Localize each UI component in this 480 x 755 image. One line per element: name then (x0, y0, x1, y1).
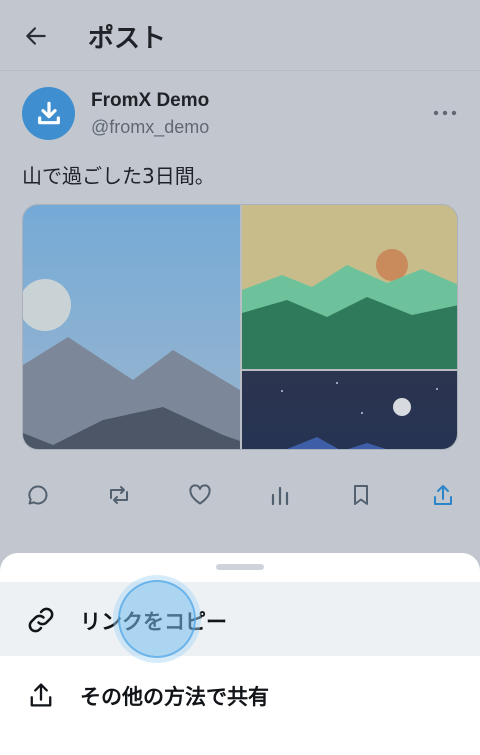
share-icon (434, 485, 452, 505)
more-options-button[interactable] (428, 100, 462, 126)
avatar[interactable] (22, 87, 75, 140)
share-button[interactable] (426, 478, 460, 512)
author-name[interactable]: FromX Demo (91, 90, 209, 112)
views-button[interactable] (263, 478, 297, 512)
like-button[interactable] (183, 478, 217, 512)
arrow-left-icon (26, 27, 46, 45)
reply-button[interactable] (21, 478, 55, 512)
repost-icon (110, 486, 128, 504)
page-title: ポスト (88, 24, 167, 54)
copy-link-option[interactable]: リンクをコピー (0, 582, 480, 656)
touch-indicator (118, 580, 196, 658)
more-horizontal-icon (433, 110, 457, 116)
back-button[interactable] (20, 20, 52, 52)
media-grid (22, 204, 458, 450)
mountain-night-image[interactable] (242, 371, 457, 449)
bookmark-button[interactable] (344, 478, 378, 512)
mountain-sunset-image[interactable] (242, 205, 457, 369)
share-icon (24, 678, 58, 712)
link-icon (24, 603, 58, 637)
heart-icon (189, 484, 211, 505)
analytics-icon (271, 486, 289, 506)
mountain-morning-image[interactable] (23, 205, 240, 449)
post-detail-screen: ポスト FromX Demo @fromx_demo 山で過ごした3日間。 その… (0, 0, 480, 755)
bookmark-icon (354, 485, 368, 505)
top-bar: ポスト (0, 0, 480, 71)
post-text: 山で過ごした3日間。 (22, 164, 215, 188)
author-handle[interactable]: @fromx_demo (91, 117, 209, 138)
repost-button[interactable] (102, 478, 136, 512)
share-via-option[interactable]: その他の方法で共有 (0, 657, 480, 731)
share-via-label: その他の方法で共有 (80, 685, 269, 709)
share-bottom-sheet: リンクをコピー その他の方法で共有 (0, 553, 480, 755)
sheet-drag-handle[interactable] (216, 564, 264, 570)
download-icon (37, 101, 60, 124)
reply-icon (28, 485, 48, 505)
